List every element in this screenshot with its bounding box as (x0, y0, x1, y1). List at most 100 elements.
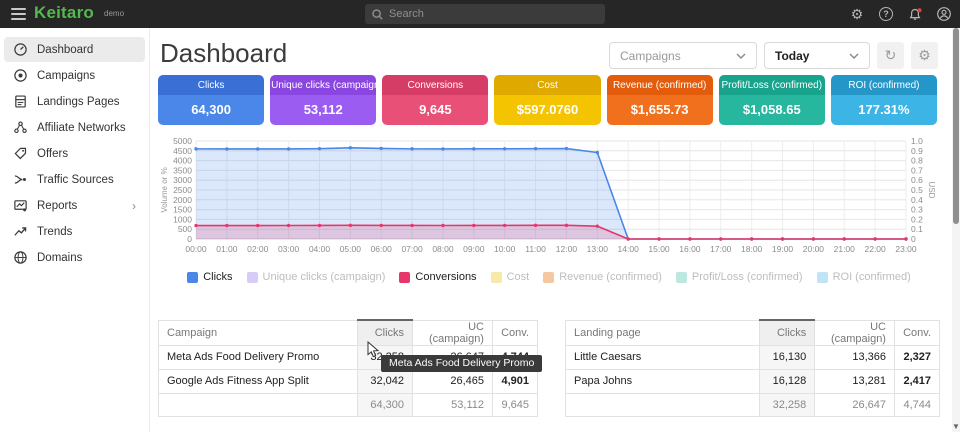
sidebar-item-affiliate-networks[interactable]: Affiliate Networks (4, 115, 145, 140)
svg-text:17:00: 17:00 (710, 244, 732, 254)
settings-icon[interactable]: ⚙ (849, 6, 865, 22)
legend-item-revenue[interactable]: Revenue (confirmed) (543, 271, 662, 283)
sidebar-item-reports[interactable]: Reports › (4, 193, 145, 218)
page-scrollbar[interactable]: ▼ (952, 28, 960, 432)
svg-text:20:00: 20:00 (803, 244, 825, 254)
scrollbar-thumb[interactable] (953, 28, 959, 224)
svg-text:15:00: 15:00 (648, 244, 670, 254)
dashboard-settings-button[interactable]: ⚙ (911, 42, 938, 69)
legend-swatch (491, 272, 502, 283)
network-icon (13, 120, 28, 135)
table-row: Papa Johns 16,128 13,281 2,417 (566, 369, 940, 393)
column-header-uc[interactable]: UC (campaign) (815, 320, 895, 345)
metric-card-revenue[interactable]: Revenue (confirmed) $1,655.73 (607, 75, 713, 125)
date-range-select[interactable]: Today (764, 42, 870, 69)
column-header-conv[interactable]: Conv. (492, 320, 537, 345)
svg-text:4000: 4000 (173, 156, 192, 166)
table-header-row: Landing page Clicks UC (campaign) Conv. (566, 320, 940, 345)
search-input[interactable] (389, 8, 598, 20)
top-bar: Keitaro demo ⚙ ? (0, 0, 960, 28)
metric-card-clicks[interactable]: Clicks 64,300 (158, 75, 264, 125)
menu-toggle-icon[interactable] (11, 8, 26, 20)
column-header-landing-page[interactable]: Landing page (566, 320, 760, 345)
metric-card-roi[interactable]: ROI (confirmed) 177.31% (831, 75, 937, 125)
svg-text:11:00: 11:00 (525, 244, 546, 254)
metric-label: Unique clicks (campaign) (270, 75, 376, 95)
refresh-button[interactable]: ↻ (877, 42, 904, 69)
legend-item-cost[interactable]: Cost (491, 271, 530, 283)
account-icon[interactable] (936, 6, 952, 22)
page-title: Dashboard (160, 38, 287, 69)
chevron-right-icon: › (132, 199, 136, 213)
svg-text:2000: 2000 (173, 195, 192, 205)
sidebar-item-label: Domains (37, 252, 82, 264)
tag-icon (13, 146, 28, 161)
sidebar-item-traffic-sources[interactable]: Traffic Sources (4, 167, 145, 192)
svg-text:1000: 1000 (173, 214, 192, 224)
campaign-name[interactable]: Meta Ads Food Delivery Promo (159, 345, 358, 369)
sidebar-item-domains[interactable]: Domains (4, 245, 145, 270)
landing-page-name[interactable]: Papa Johns (566, 369, 760, 393)
column-header-clicks[interactable]: Clicks (358, 320, 413, 345)
sidebar-item-trends[interactable]: Trends (4, 219, 145, 244)
svg-text:0.7: 0.7 (911, 165, 923, 175)
metric-card-unique-clicks[interactable]: Unique clicks (campaign) 53,112 (270, 75, 376, 125)
sidebar-item-offers[interactable]: Offers (4, 141, 145, 166)
svg-text:16:00: 16:00 (679, 244, 701, 254)
sidebar-item-label: Affiliate Networks (37, 122, 126, 134)
svg-text:10:00: 10:00 (494, 244, 516, 254)
column-header-uc[interactable]: UC (campaign) (413, 320, 493, 345)
metric-label: Cost (494, 75, 600, 95)
svg-text:23:00: 23:00 (895, 244, 917, 254)
sidebar-item-campaigns[interactable]: Campaigns (4, 63, 145, 88)
metric-value: 53,112 (270, 95, 376, 125)
notification-dot (917, 8, 921, 12)
brand-logo[interactable]: Keitaro (34, 3, 94, 23)
svg-text:18:00: 18:00 (741, 244, 763, 254)
branch-icon (13, 172, 28, 187)
column-header-campaign[interactable]: Campaign (159, 320, 358, 345)
metric-value: 64,300 (158, 95, 264, 125)
svg-text:02:00: 02:00 (247, 244, 269, 254)
metric-card-profit-loss[interactable]: Profit/Loss (confirmed) $1,058.65 (719, 75, 825, 125)
metric-card-conversions[interactable]: Conversions 9,645 (382, 75, 488, 125)
legend-item-conversions[interactable]: Conversions (399, 271, 476, 283)
svg-text:01:00: 01:00 (216, 244, 238, 254)
legend-item-roi[interactable]: ROI (confirmed) (817, 271, 911, 283)
sidebar: Dashboard Campaigns Landings Pages Affil… (0, 28, 150, 432)
help-icon[interactable]: ? (878, 6, 894, 22)
notifications-icon[interactable] (907, 6, 923, 22)
traffic-chart[interactable]: 0500100015002000250030003500400045005000… (158, 132, 940, 262)
uc-cell: 13,366 (815, 345, 895, 369)
svg-text:06:00: 06:00 (371, 244, 393, 254)
total-uc: 53,112 (413, 393, 493, 416)
search-box[interactable] (365, 4, 605, 24)
total-uc: 26,647 (815, 393, 895, 416)
column-header-conv[interactable]: Conv. (894, 320, 939, 345)
legend-item-unique-clicks[interactable]: Unique clicks (campaign) (247, 271, 386, 283)
campaign-name[interactable]: Google Ads Fitness App Split (159, 369, 358, 393)
legend-item-clicks[interactable]: Clicks (187, 271, 232, 283)
campaigns-filter-select[interactable]: Campaigns (609, 42, 757, 69)
legend-swatch (817, 272, 828, 283)
target-icon (13, 68, 28, 83)
landing-page-name[interactable]: Little Caesars (566, 345, 760, 369)
conv-cell: 2,417 (894, 369, 939, 393)
metric-label: Clicks (158, 75, 264, 95)
sidebar-item-label: Campaigns (37, 70, 95, 82)
column-header-clicks[interactable]: Clicks (760, 320, 815, 345)
globe-icon (13, 250, 28, 265)
totals-row: 32,258 26,647 4,744 (566, 393, 940, 416)
scroll-down-arrow-icon[interactable]: ▼ (952, 422, 960, 431)
metric-card-cost[interactable]: Cost $597.0760 (494, 75, 600, 125)
legend-item-profit-loss[interactable]: Profit/Loss (confirmed) (676, 271, 803, 283)
legend-swatch (247, 272, 258, 283)
svg-text:13:00: 13:00 (587, 244, 609, 254)
trend-icon (13, 224, 28, 239)
svg-text:3500: 3500 (173, 165, 192, 175)
sidebar-item-landings-pages[interactable]: Landings Pages (4, 89, 145, 114)
svg-text:0.1: 0.1 (911, 224, 923, 234)
total-clicks: 32,258 (760, 393, 815, 416)
sidebar-item-dashboard[interactable]: Dashboard (4, 37, 145, 62)
svg-text:3000: 3000 (173, 175, 192, 185)
